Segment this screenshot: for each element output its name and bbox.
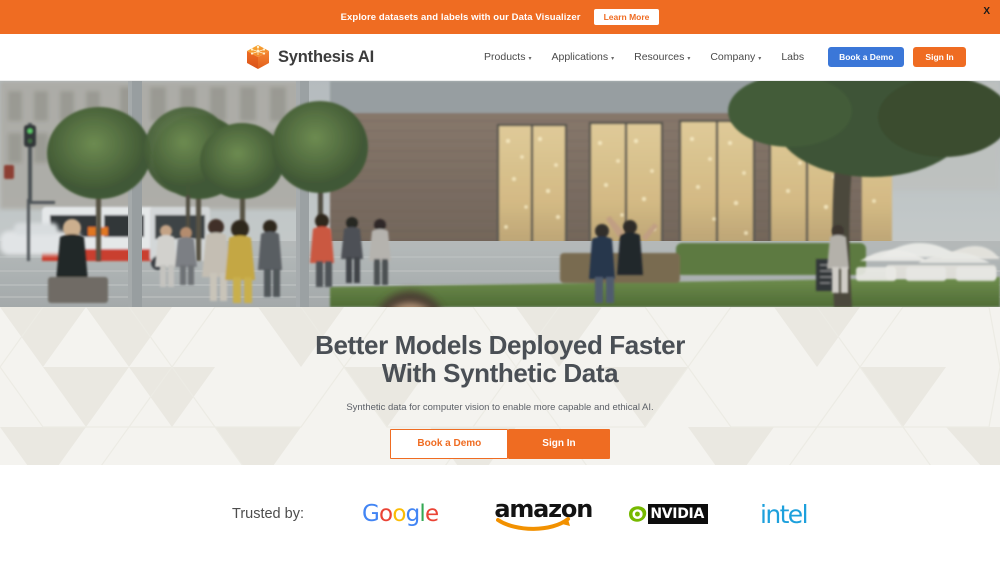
announcement-bar: Explore datasets and labels with our Dat… [0, 0, 1000, 34]
sign-in-button-header[interactable]: Sign In [913, 46, 966, 68]
page-title: Better Models Deployed Faster With Synth… [315, 331, 685, 387]
nav-item-label: Products [484, 51, 526, 63]
nav-item-products[interactable]: Products ▾ [474, 51, 541, 63]
book-demo-button-header[interactable]: Book a Demo [828, 46, 905, 68]
nav-item-applications[interactable]: Applications ▾ [541, 51, 624, 63]
hero-actions: Book a Demo Sign In [390, 429, 610, 460]
hero-image [0, 81, 1000, 307]
hero-title-line2: With Synthetic Data [381, 358, 619, 389]
chevron-down-icon: ▾ [611, 55, 615, 62]
trusted-by-section: Trusted by: Google amazon NVIDIA intel [0, 465, 1000, 563]
header-actions: Book a Demo Sign In [828, 46, 966, 68]
logo-amazon: amazon [494, 495, 593, 531]
site-header: Synthesis AI Products ▾ Applications ▾ R… [0, 34, 1000, 81]
google-letter: g [405, 501, 421, 527]
hero-image-illustration [0, 81, 1000, 307]
google-wordmark: Google [362, 501, 439, 527]
trusted-by-label: Trusted by: [232, 506, 304, 522]
hero-subtitle: Synthetic data for computer vision to en… [346, 402, 654, 414]
logo-nvidia: NVIDIA [626, 504, 708, 524]
amazon-wordmark: amazon [494, 495, 593, 531]
learn-more-button[interactable]: Learn More [593, 8, 660, 26]
google-letter: e [425, 501, 439, 527]
hero-copy-inner: Better Models Deployed Faster With Synth… [0, 331, 1000, 460]
nvidia-wordmark: NVIDIA [626, 504, 708, 524]
book-demo-button-hero[interactable]: Book a Demo [390, 429, 509, 460]
brand-name: Synthesis AI [278, 47, 375, 66]
logo-google: Google [362, 501, 439, 527]
primary-nav: Products ▾ Applications ▾ Resources ▾ Co… [474, 51, 814, 63]
sign-in-button-hero[interactable]: Sign In [508, 429, 610, 460]
google-letter: G [362, 501, 380, 527]
hero-section: Better Models Deployed Faster With Synth… [0, 307, 1000, 465]
nav-item-labs[interactable]: Labs [771, 51, 814, 63]
amazon-smile-icon [496, 517, 571, 531]
google-letter: o [379, 501, 393, 527]
intel-wordmark: intel [760, 499, 809, 529]
nav-item-company[interactable]: Company ▾ [700, 51, 771, 63]
close-icon[interactable]: X [983, 6, 990, 17]
trusted-by-inner: Trusted by: Google amazon NVIDIA intel [232, 495, 809, 531]
nvidia-eye-icon [626, 504, 649, 524]
chevron-down-icon: ▾ [687, 55, 691, 62]
hero-title-line1: Better Models Deployed Faster [315, 330, 685, 360]
nav-item-label: Applications [551, 51, 609, 63]
nav-item-resources[interactable]: Resources ▾ [624, 51, 700, 63]
nav-item-label: Company [710, 51, 756, 63]
chevron-down-icon: ▾ [528, 55, 532, 62]
nav-item-label: Labs [781, 51, 805, 63]
nvidia-text: NVIDIA [648, 504, 708, 524]
brand-logo-link[interactable]: Synthesis AI [246, 44, 374, 70]
nav-item-label: Resources [634, 51, 685, 63]
chevron-down-icon: ▾ [758, 55, 762, 62]
header-inner: Synthesis AI Products ▾ Applications ▾ R… [0, 44, 1000, 70]
google-letter: o [392, 501, 406, 527]
announcement-text: Explore datasets and labels with our Dat… [340, 11, 581, 23]
cube-logo-icon [246, 44, 270, 70]
logo-intel: intel [760, 499, 809, 529]
